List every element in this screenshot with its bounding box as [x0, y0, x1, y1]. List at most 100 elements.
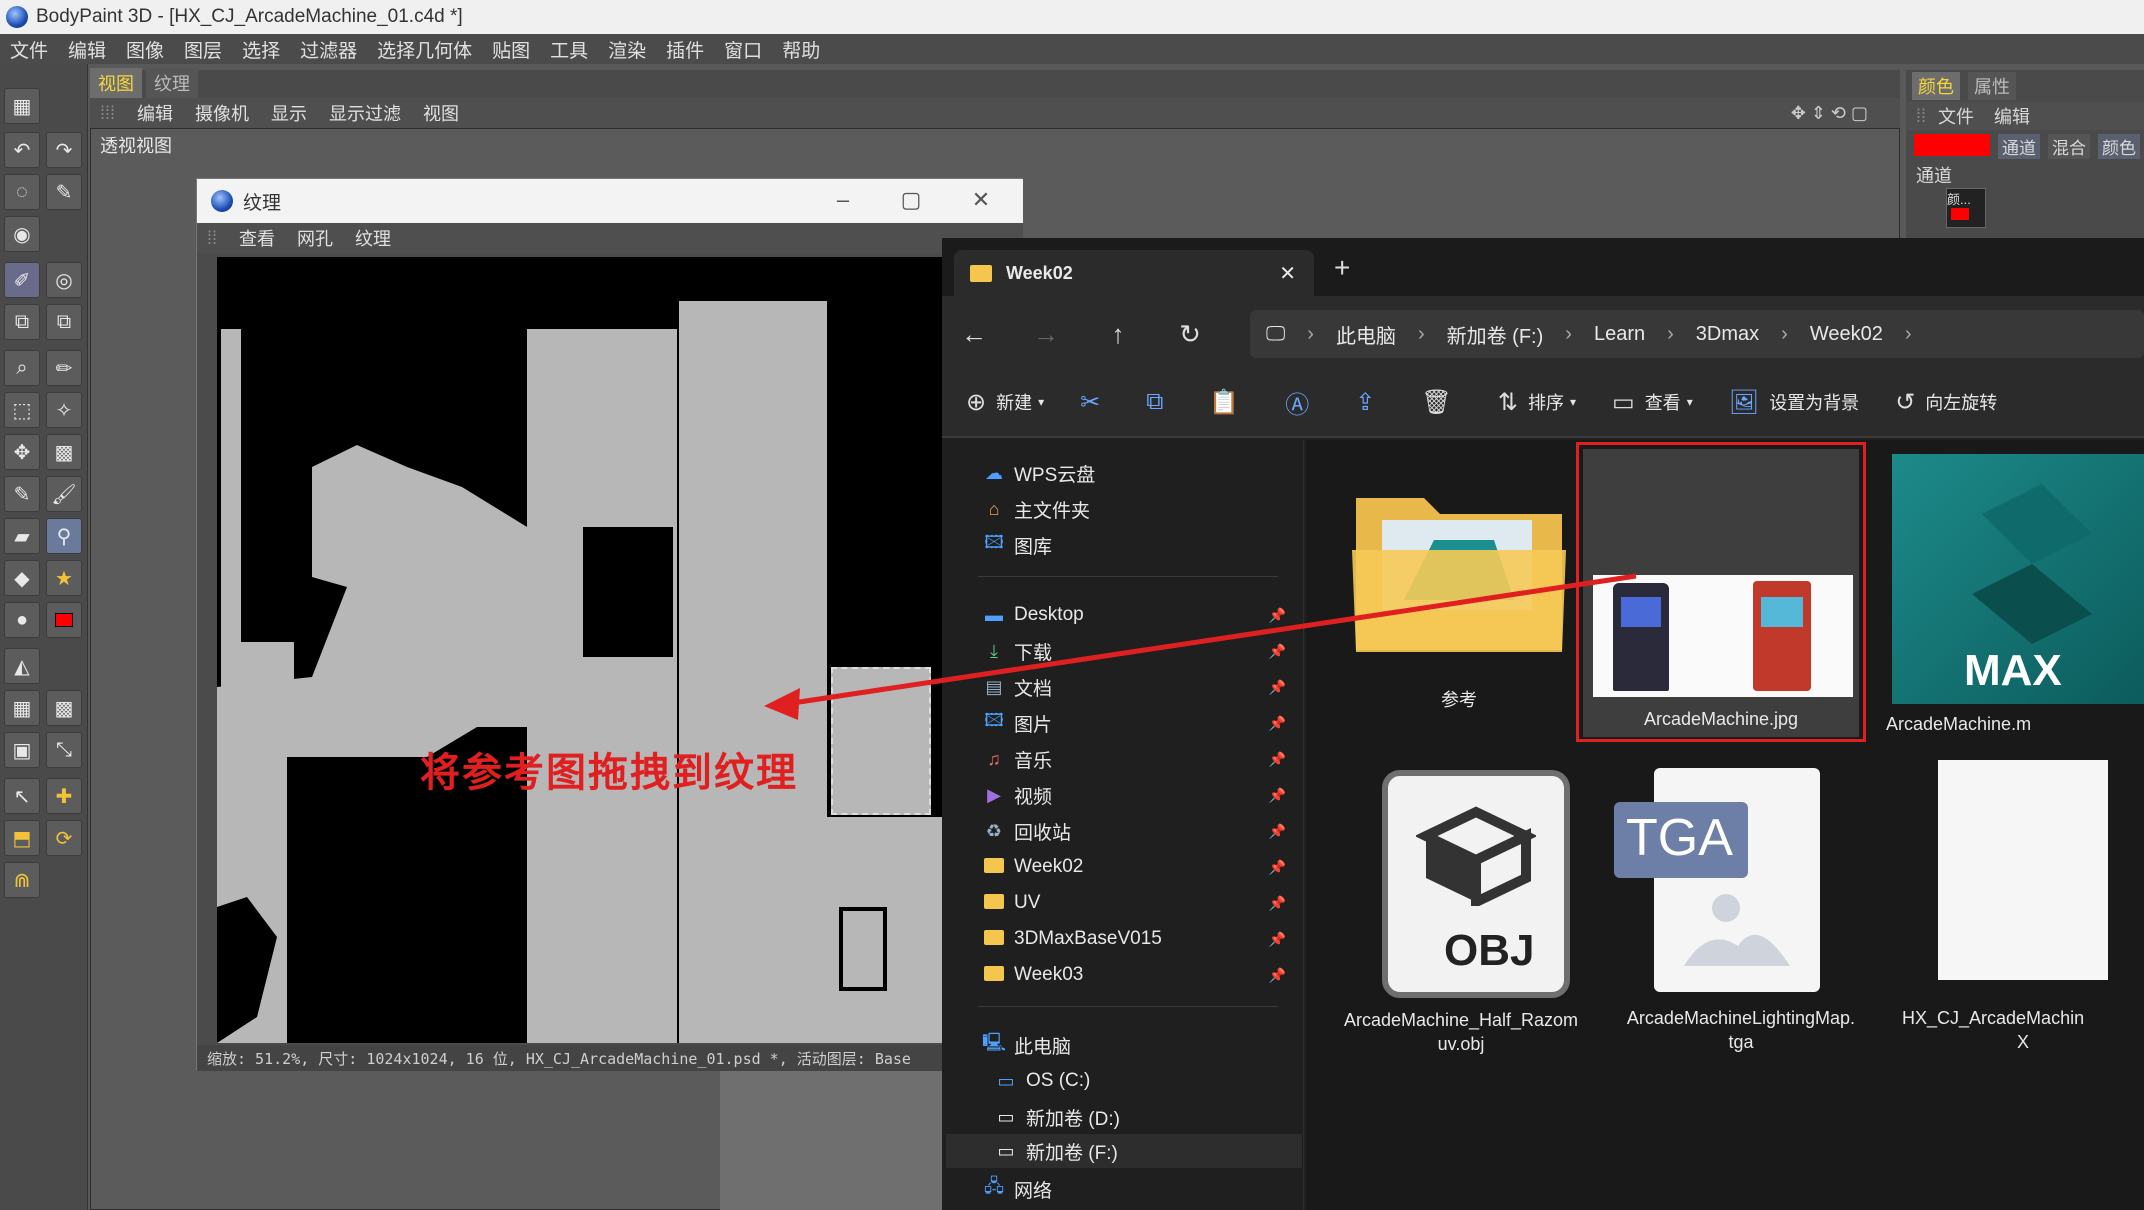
menu-edit[interactable]: 编辑 — [68, 36, 106, 63]
sidebar-item-week03[interactable]: Week03 📌 — [982, 958, 1302, 992]
sidebar-item-drive-f[interactable]: ▭ 新加卷 (F:) — [946, 1134, 1302, 1168]
sidebar-item-music[interactable]: ♫ 音乐 📌 — [982, 742, 1302, 776]
pin-icon[interactable]: 📌 — [1269, 823, 1286, 840]
paint-setup-icon[interactable]: ✏ — [46, 350, 82, 386]
pin-icon[interactable]: 📌 — [1269, 967, 1286, 984]
menu-texture[interactable]: 贴图 — [492, 36, 530, 63]
breadcrumb-drive-f[interactable]: 新加卷 (F:) — [1447, 320, 1544, 349]
pin-icon[interactable]: 📌 — [1269, 787, 1286, 804]
undo-icon[interactable]: ↶ — [4, 132, 40, 168]
circle-tool-icon[interactable]: ● — [4, 602, 40, 638]
pin-icon[interactable]: 📌 — [1269, 931, 1286, 948]
menu-layer[interactable]: 图层 — [184, 36, 222, 63]
delete-button[interactable]: 🗑 — [1421, 388, 1461, 417]
subtab-color[interactable]: 颜色 — [2098, 134, 2140, 159]
3d-paint-icon[interactable]: ✐ — [4, 262, 40, 298]
breadcrumb-week02[interactable]: Week02 — [1810, 323, 1883, 346]
sidebar-item-videos[interactable]: ▶ 视频 📌 — [982, 778, 1302, 812]
breadcrumb-this-pc[interactable]: 此电脑 — [1336, 320, 1396, 349]
transform-icon[interactable]: ▩ — [46, 434, 82, 470]
sidebar-item-network[interactable]: 🖧 网络 — [982, 1172, 1302, 1206]
vp-menu-camera[interactable]: 摄像机 — [195, 100, 249, 126]
color-swatch-icon[interactable] — [46, 602, 82, 638]
up-icon[interactable]: ↑ — [1098, 314, 1138, 354]
sidebar-item-desktop[interactable]: ▬ Desktop 📌 — [982, 598, 1302, 632]
texture-canvas[interactable] — [217, 257, 1003, 1043]
vp-menu-display[interactable]: 显示 — [271, 100, 307, 126]
cp-menu-edit[interactable]: 编辑 — [1994, 103, 2030, 129]
pin-icon[interactable]: 📌 — [1269, 859, 1286, 876]
tab-color[interactable]: 颜色 — [1912, 72, 1960, 100]
close-icon[interactable]: ✕ — [961, 187, 1001, 215]
pin-icon[interactable]: 📌 — [1269, 751, 1286, 768]
magnifier-icon[interactable]: ⌕ — [4, 350, 40, 386]
menu-image[interactable]: 图像 — [126, 36, 164, 63]
menu-window[interactable]: 窗口 — [724, 36, 762, 63]
breadcrumb[interactable]: 🖵 › 此电脑 › 新加卷 (F:) › Learn › 3Dmax › Wee… — [1250, 310, 2144, 358]
fill-bucket-icon[interactable]: ◆ — [4, 560, 40, 596]
maximize-icon[interactable]: ▢ — [891, 187, 931, 215]
vp-menu-filter[interactable]: 显示过滤 — [329, 100, 401, 126]
pencil-icon[interactable]: ✎ — [4, 476, 40, 512]
rotate-tool-icon[interactable]: ⟳ — [46, 820, 82, 856]
set-background-button[interactable]: 🖼 设置为背景 — [1729, 388, 1859, 417]
vp-menu-view[interactable]: 视图 — [423, 100, 459, 126]
magnet-icon[interactable]: ⋒ — [4, 862, 40, 898]
uv-polygons-icon[interactable]: ▦ — [4, 690, 40, 726]
sidebar-item-week02[interactable]: Week02 📌 — [982, 850, 1302, 884]
file-item-hx-cj[interactable]: HX_CJ_ArcadeMachin X — [1902, 760, 2144, 1080]
viewport-nav-icons[interactable]: ✥ ⇕ ⟲ ▢ — [1791, 103, 1868, 124]
pin-icon[interactable]: 📌 — [1269, 895, 1286, 912]
new-tab-button[interactable]: + — [1334, 252, 1350, 284]
move-tool-icon[interactable]: ✚ — [46, 778, 82, 814]
cp-menu-file[interactable]: 文件 — [1938, 103, 1974, 129]
back-icon[interactable]: ← — [954, 314, 994, 354]
copy-button[interactable]: ⧉ — [1146, 388, 1173, 416]
cut-button[interactable]: ✂ — [1080, 388, 1110, 417]
subtab-channel[interactable]: 通道 — [1998, 134, 2040, 159]
sidebar-item-3dmaxbase[interactable]: 3DMaxBaseV015 📌 — [982, 922, 1302, 956]
redo-icon[interactable]: ↷ — [46, 132, 82, 168]
uv-transform-icon[interactable]: ⤡ — [46, 732, 82, 768]
sidebar-item-this-pc[interactable]: 🖳 此电脑 — [982, 1028, 1302, 1062]
live-select-icon[interactable]: ↖ — [4, 778, 40, 814]
close-tab-icon[interactable]: ✕ — [1279, 261, 1296, 286]
menu-select[interactable]: 选择 — [242, 36, 280, 63]
menu-help[interactable]: 帮助 — [782, 36, 820, 63]
view-button[interactable]: ▭ 查看 ▾ — [1612, 388, 1693, 417]
magic-wand-icon[interactable]: ✧ — [46, 392, 82, 428]
menu-filter[interactable]: 过滤器 — [300, 36, 357, 63]
tex-menu-mesh[interactable]: 网孔 — [297, 225, 333, 251]
sidebar-item-drive-c[interactable]: ▭ OS (C:) — [994, 1064, 1314, 1098]
tex-menu-view[interactable]: 查看 — [239, 225, 275, 251]
channel-color-chip[interactable]: 颜... — [1946, 188, 1986, 228]
brush-icon[interactable]: 🖌 — [46, 476, 82, 512]
file-item-arcade-max[interactable]: MAX ArcadeMachine.m — [1886, 450, 2144, 740]
menu-render[interactable]: 渲染 — [608, 36, 646, 63]
uv-grid-icon[interactable]: ▩ — [46, 690, 82, 726]
menu-plugins[interactable]: 插件 — [666, 36, 704, 63]
scale-tool-icon[interactable]: ⬒ — [4, 820, 40, 856]
sidebar-item-downloads[interactable]: ⤓ 下载 📌 — [982, 634, 1302, 668]
sort-button[interactable]: ⇅ 排序 ▾ — [1498, 388, 1576, 417]
file-item-obj[interactable]: OBJ ArcadeMachine_Half_Razom uv.obj — [1326, 770, 1596, 1080]
file-item-arcade-jpg[interactable]: ArcadeMachine.jpg — [1576, 442, 1866, 742]
sidebar-item-drive-d[interactable]: ▭ 新加卷 (D:) — [994, 1100, 1314, 1134]
breadcrumb-learn[interactable]: Learn — [1594, 323, 1645, 346]
layout-icon[interactable]: ▦ — [4, 88, 40, 124]
render-icon[interactable]: ◉ — [4, 216, 40, 252]
sidebar-item-gallery[interactable]: 🖾 图库 — [982, 528, 1302, 562]
forward-icon[interactable]: → — [1026, 314, 1066, 354]
pin-icon[interactable]: 📌 — [1269, 607, 1286, 624]
rotate-left-button[interactable]: ↺ 向左旋转 — [1895, 388, 1997, 417]
checker-icon[interactable]: ▣ — [4, 732, 40, 768]
sidebar-item-recycle-bin[interactable]: ♻ 回收站 📌 — [982, 814, 1302, 848]
sidebar-item-wps[interactable]: ☁ WPS云盘 — [982, 456, 1302, 490]
rect-select-icon[interactable]: ⬚ — [4, 392, 40, 428]
sidebar-item-pictures[interactable]: 🖾 图片 📌 — [982, 706, 1302, 740]
tab-texture[interactable]: 纹理 — [146, 68, 198, 98]
pin-icon[interactable]: 📌 — [1269, 643, 1286, 660]
menu-file[interactable]: 文件 — [10, 36, 48, 63]
uv-points-icon[interactable]: ◭ — [4, 648, 40, 684]
refresh-icon[interactable]: ↻ — [1170, 314, 1210, 354]
